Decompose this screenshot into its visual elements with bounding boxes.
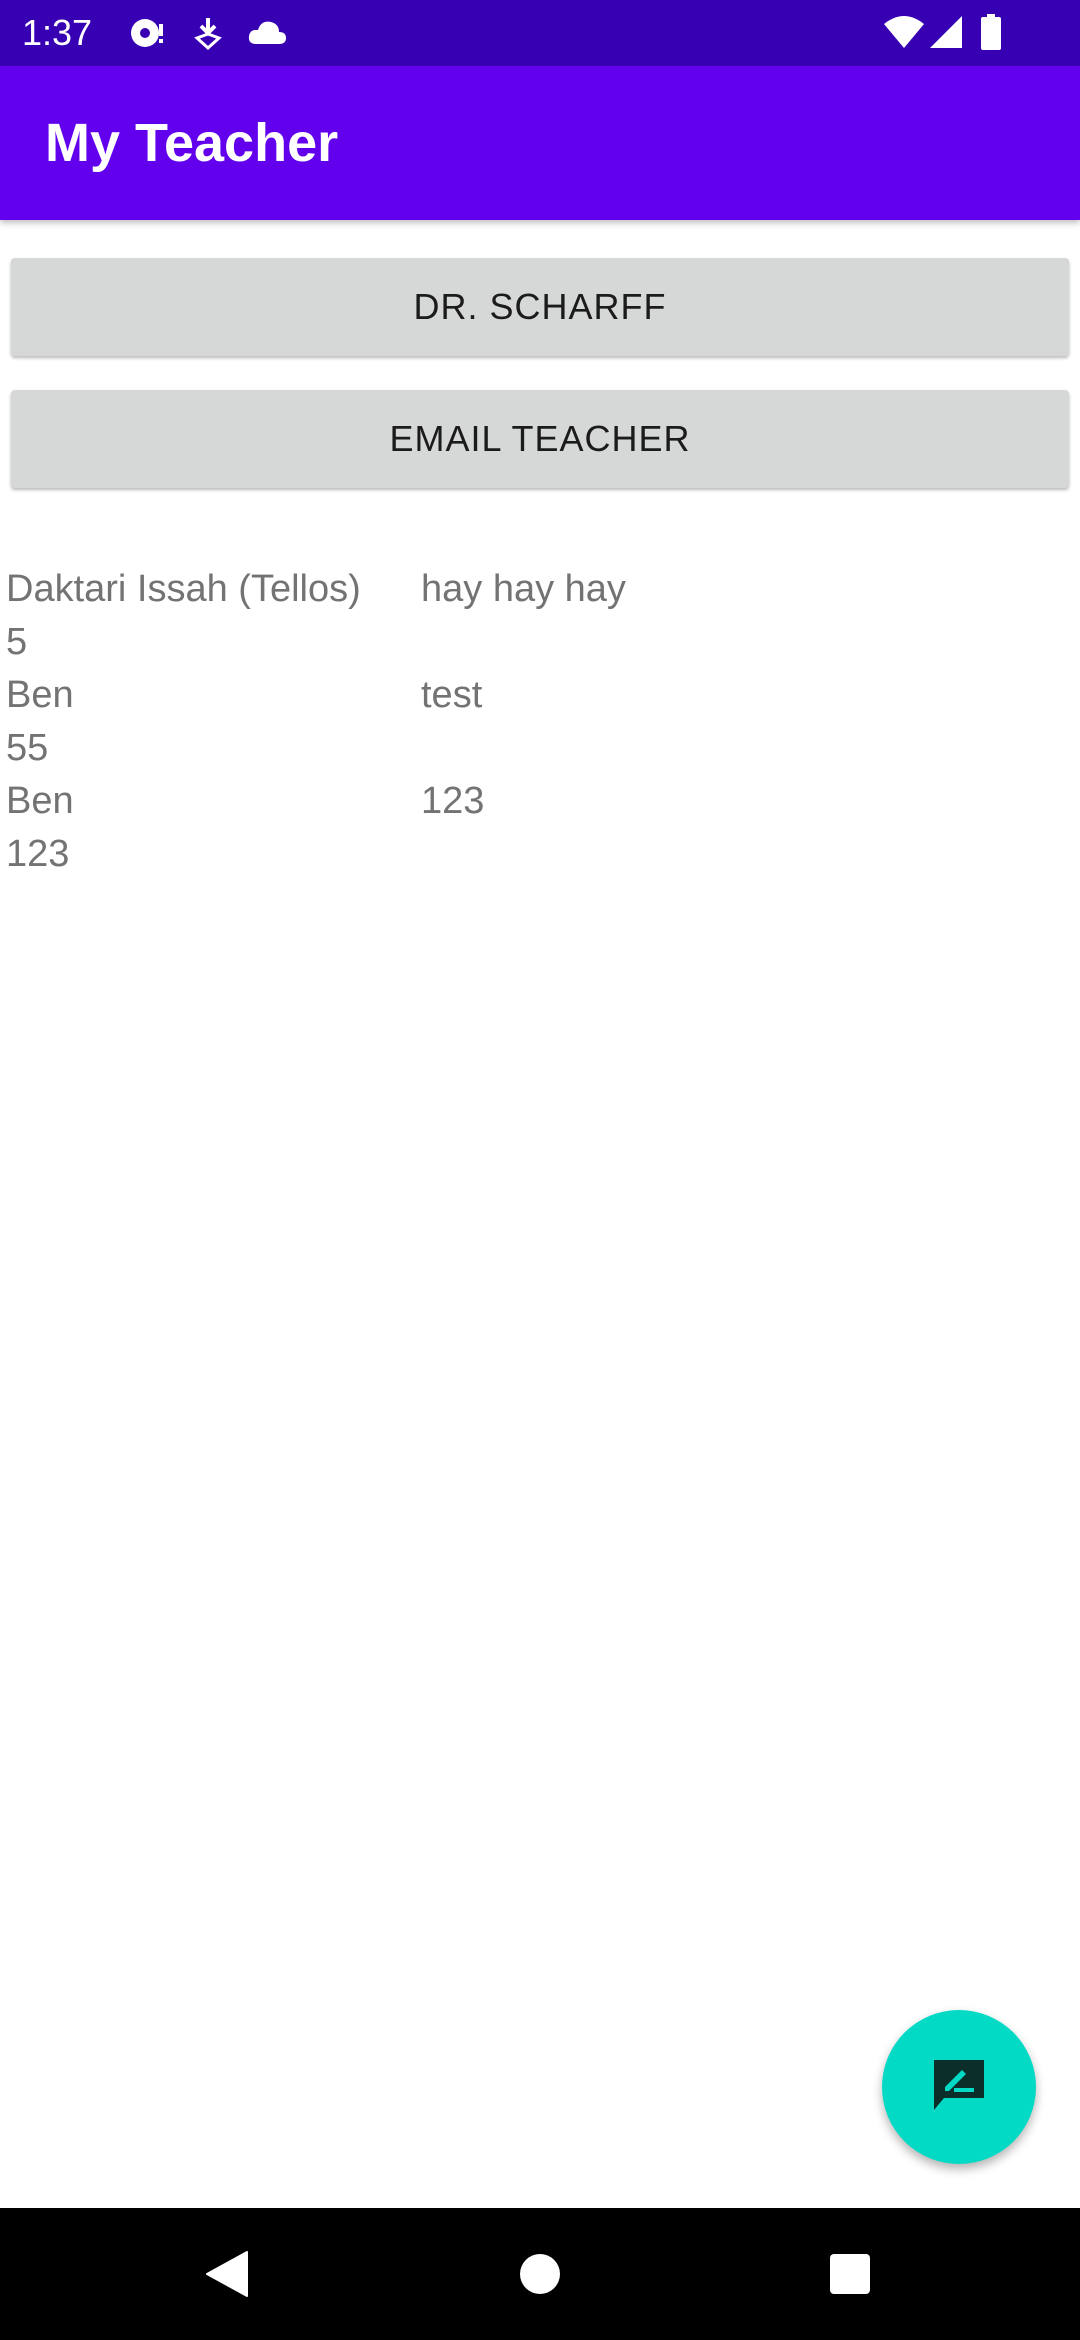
list-item[interactable]: Daktari Issah (Tellos) hay hay hay 5: [0, 563, 1080, 669]
add-review-fab[interactable]: [882, 2010, 1036, 2164]
review-rating: 123: [6, 833, 70, 875]
reviewer-name: Ben: [6, 674, 74, 716]
status-time: 1:37: [22, 12, 93, 53]
app-bar: My Teacher: [0, 66, 1080, 220]
teacher-button[interactable]: DR. SCHARFF: [11, 258, 1069, 356]
cellular-signal-icon: [928, 14, 964, 57]
review-comment: 123: [421, 780, 485, 822]
review-rating: 5: [6, 621, 28, 663]
reviewer-name: Ben: [6, 780, 74, 822]
recents-icon[interactable]: [820, 2244, 880, 2304]
email-teacher-button[interactable]: EMAIL TEACHER: [11, 390, 1069, 488]
review-list: Daktari Issah (Tellos) hay hay hay 5 Ben…: [0, 563, 1080, 881]
status-bar: 1:37: [0, 0, 1080, 66]
wifi-icon: [882, 14, 926, 57]
settings-icon: [128, 14, 168, 57]
cloud-icon: [246, 14, 288, 57]
download-notification-icon: [194, 14, 222, 57]
home-icon[interactable]: [510, 2244, 570, 2304]
review-rating: 55: [6, 727, 49, 769]
review-comment: hay hay hay: [421, 568, 626, 610]
review-comment: test: [421, 674, 483, 716]
battery-icon: [980, 14, 1002, 57]
back-icon[interactable]: [197, 2244, 257, 2304]
system-nav-bar: [0, 2208, 1080, 2340]
list-item[interactable]: Ben test 55: [0, 669, 1080, 775]
rate-review-icon: [928, 2054, 990, 2121]
reviewer-name: Daktari Issah (Tellos): [6, 568, 361, 610]
list-item[interactable]: Ben 123 123: [0, 775, 1080, 881]
app-title: My Teacher: [45, 113, 339, 173]
